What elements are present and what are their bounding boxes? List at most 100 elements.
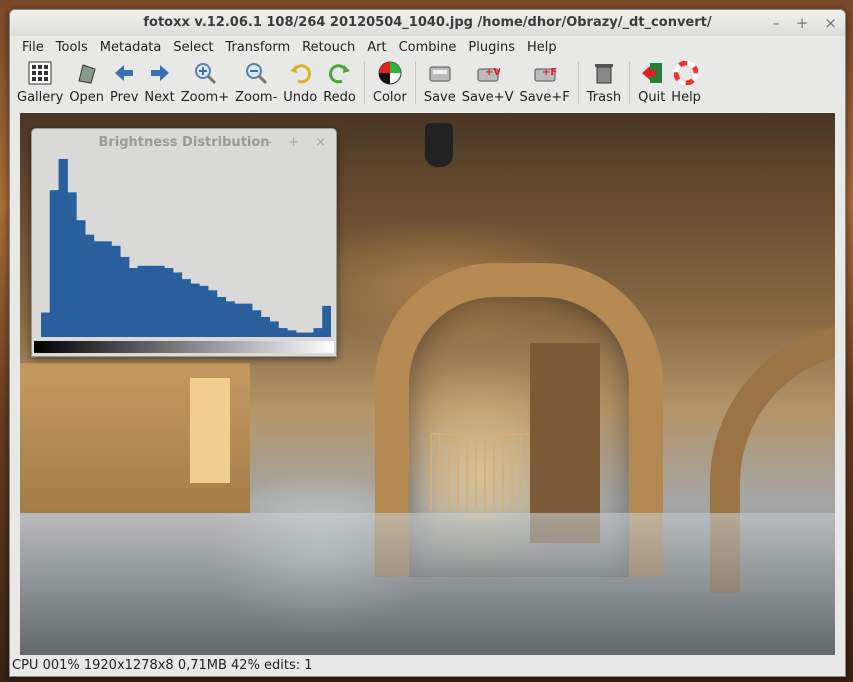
save-file-icon: +F xyxy=(532,60,558,86)
histogram-bar xyxy=(251,310,262,337)
redo-icon xyxy=(327,60,353,86)
toolbar-label: Save+F xyxy=(519,90,570,105)
toolbar-label: Save+V xyxy=(461,90,514,105)
toolbar-label: Prev xyxy=(110,90,139,105)
dialog-controls: – + × xyxy=(266,129,326,157)
histogram-bar xyxy=(146,265,156,337)
menu-metadata[interactable]: Metadata xyxy=(94,40,168,55)
histogram-bar xyxy=(84,234,95,337)
save-button[interactable]: Save xyxy=(421,60,459,105)
photo-lantern xyxy=(425,123,453,167)
toolbar-label: Trash xyxy=(586,90,622,105)
histogram-bar xyxy=(260,316,270,337)
toolbar-separator xyxy=(363,62,365,104)
next-button[interactable]: Next xyxy=(141,60,177,105)
window-title: fotoxx v.12.06.1 108/264 20120504_1040.j… xyxy=(143,15,712,30)
histogram-bar xyxy=(199,285,209,337)
histogram-bar xyxy=(295,332,306,337)
help-lifebuoy-icon xyxy=(673,60,699,86)
histogram-bar xyxy=(76,220,86,337)
histogram-bar xyxy=(41,312,51,337)
zoom-out-icon xyxy=(243,60,269,86)
menu-art[interactable]: Art xyxy=(361,40,392,55)
menu-plugins[interactable]: Plugins xyxy=(462,40,521,55)
brightness-dialog[interactable]: Brightness Distribution – + × xyxy=(31,128,337,357)
menu-file[interactable]: File xyxy=(16,40,50,55)
toolbar-label: Open xyxy=(69,90,105,105)
histogram-bar xyxy=(111,245,121,337)
open-icon xyxy=(74,60,100,86)
save-icon xyxy=(427,60,453,86)
histogram-bar xyxy=(287,330,297,337)
color-button[interactable]: Color xyxy=(370,60,410,105)
toolbar-label: Zoom+ xyxy=(180,90,230,105)
histogram-bar xyxy=(93,241,104,337)
toolbar: Gallery Open Prev Next Zoom+ Zoom- Undo Redo Col… xyxy=(10,58,845,110)
dialog-close-button[interactable]: × xyxy=(315,129,326,157)
minimize-button[interactable]: – xyxy=(772,10,780,36)
window-controls: – + × xyxy=(772,10,837,36)
toolbar-label: Redo xyxy=(323,90,356,105)
gallery-button[interactable]: Gallery xyxy=(14,60,66,105)
toolbar-label: Quit xyxy=(638,90,666,105)
dialog-title: Brightness Distribution xyxy=(98,135,270,150)
toolbar-label: Next xyxy=(144,90,175,105)
histogram-bar xyxy=(207,290,218,337)
quit-button[interactable]: Quit xyxy=(635,60,668,105)
toolbar-label: Color xyxy=(372,90,407,105)
menu-bar: File Tools Metadata Select Transform Retouch A… xyxy=(10,36,845,58)
title-bar[interactable]: fotoxx v.12.06.1 108/264 20120504_1040.j… xyxy=(10,10,845,36)
maximize-button[interactable]: + xyxy=(796,10,809,36)
toolbar-separator xyxy=(577,62,579,104)
color-wheel-icon xyxy=(377,60,403,86)
save-f-button[interactable]: +F Save+F xyxy=(516,60,572,105)
menu-select[interactable]: Select xyxy=(167,40,219,55)
toolbar-label: Gallery xyxy=(17,90,64,105)
histogram-bar xyxy=(172,272,183,337)
toolbar-label: Save xyxy=(423,90,456,105)
photo-doorway xyxy=(190,378,230,483)
undo-icon xyxy=(287,60,313,86)
histogram-bar xyxy=(49,190,60,337)
menu-retouch[interactable]: Retouch xyxy=(296,40,361,55)
status-text: CPU 001% 1920x1278x8 0,71MB 42% edits: 1 xyxy=(12,658,313,673)
photo-floor xyxy=(20,513,835,655)
zoom--button[interactable]: Zoom+ xyxy=(178,60,232,105)
zoom-in-icon xyxy=(192,60,218,86)
histogram-bar xyxy=(225,301,235,337)
undo-button[interactable]: Undo xyxy=(280,60,320,105)
histogram-bar xyxy=(304,332,314,337)
toolbar-label: Help xyxy=(671,90,701,105)
histogram-bar xyxy=(181,279,191,337)
histogram-bar xyxy=(128,268,139,337)
zoom--button[interactable]: Zoom- xyxy=(232,60,280,105)
gallery-icon xyxy=(27,60,53,86)
histogram-bar xyxy=(243,303,253,337)
menu-help[interactable]: Help xyxy=(521,40,563,55)
redo-button[interactable]: Redo xyxy=(320,60,359,105)
quit-icon xyxy=(639,60,665,86)
menu-tools[interactable]: Tools xyxy=(50,40,94,55)
close-button[interactable]: × xyxy=(824,10,837,36)
histogram-bar xyxy=(137,265,147,337)
help-button[interactable]: Help xyxy=(668,60,704,105)
histogram-bar xyxy=(234,303,244,337)
prev-button[interactable]: Prev xyxy=(107,60,141,105)
histogram-bar xyxy=(58,159,68,337)
open-button[interactable]: Open xyxy=(66,60,107,105)
dialog-title-bar[interactable]: Brightness Distribution – + × xyxy=(32,129,336,157)
photo-railing xyxy=(430,433,530,510)
histogram-bar xyxy=(190,283,200,337)
save-v-button[interactable]: +V Save+V xyxy=(459,60,517,105)
dialog-minimize-button[interactable]: – xyxy=(266,129,273,157)
histogram-bar xyxy=(322,305,331,337)
menu-combine[interactable]: Combine xyxy=(393,40,463,55)
brightness-gradient-bar xyxy=(34,341,334,353)
histogram-bar xyxy=(67,192,77,337)
trash-button[interactable]: Trash xyxy=(584,60,624,105)
histogram-bar xyxy=(164,268,174,337)
brightness-histogram xyxy=(41,159,331,337)
menu-transform[interactable]: Transform xyxy=(219,40,296,55)
toolbar-label: Undo xyxy=(283,90,318,105)
dialog-maximize-button[interactable]: + xyxy=(288,129,299,157)
